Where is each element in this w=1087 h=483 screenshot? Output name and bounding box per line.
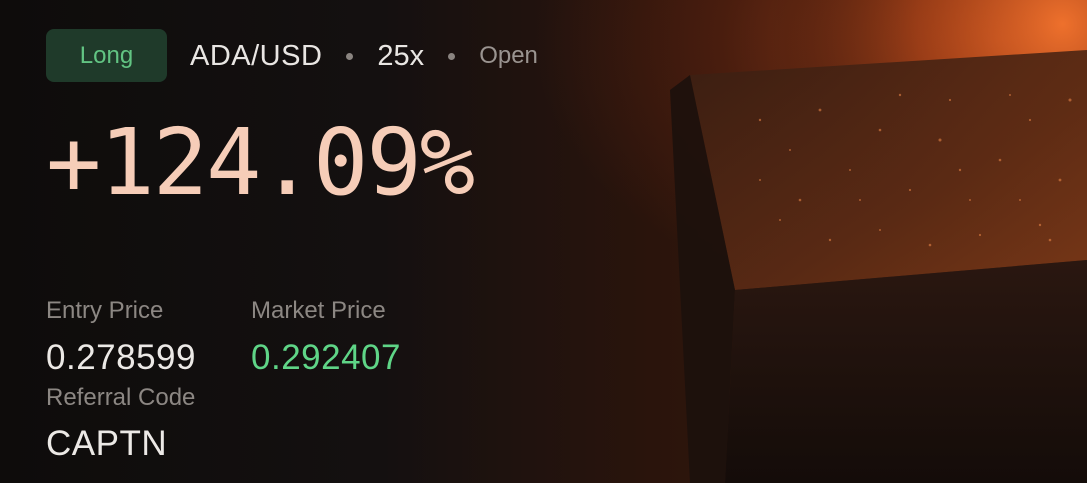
entry-price-label: Entry Price <box>46 297 164 324</box>
market-price-label: Market Price <box>251 297 386 324</box>
entry-price-value: 0.278599 <box>46 338 196 377</box>
side-badge-long: Long <box>46 29 167 82</box>
position-status: Open <box>479 42 538 69</box>
separator-dot-icon <box>448 52 456 60</box>
leverage: 25x <box>377 39 425 72</box>
referral-code-label: Referral Code <box>46 384 196 411</box>
position-header: ADA/USD 25x Open <box>190 36 538 76</box>
market-price-value: 0.292407 <box>251 338 401 377</box>
position-share-card: Long ADA/USD 25x Open +124.09% Entry Pri… <box>0 0 1087 483</box>
separator-dot-icon <box>346 52 354 60</box>
pnl-percent: +124.09% <box>46 109 475 216</box>
trading-pair: ADA/USD <box>190 39 323 72</box>
referral-code-value: CAPTN <box>46 424 168 463</box>
